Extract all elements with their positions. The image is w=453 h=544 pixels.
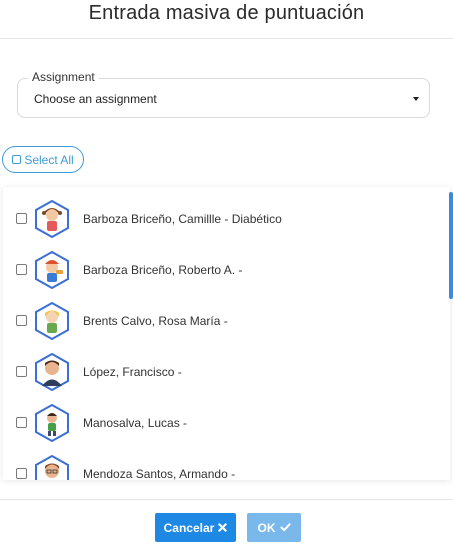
student-row[interactable]: Barboza Briceño, Roberto A. - <box>3 238 450 289</box>
student-checkbox[interactable] <box>16 366 27 377</box>
cancel-label: Cancelar <box>163 520 215 535</box>
student-checkbox[interactable] <box>16 264 27 275</box>
close-icon <box>218 523 228 532</box>
man-avatar <box>35 353 69 391</box>
assignment-select-value: Choose an assignment <box>34 92 157 106</box>
student-name: Barboza Briceño, Camillle - Diabético <box>83 212 282 226</box>
cancel-button[interactable]: Cancelar <box>155 513 236 542</box>
assignment-select[interactable]: Choose an assignment <box>17 78 430 118</box>
student-list[interactable]: Barboza Briceño, Camillle - Diabético Ba… <box>3 187 450 480</box>
footer-divider <box>0 499 453 500</box>
student-checkbox[interactable] <box>16 417 27 428</box>
student-name: López, Francisco - <box>83 365 182 379</box>
boy-cap-avatar <box>35 251 69 289</box>
student-name: Barboza Briceño, Roberto A. - <box>83 263 243 277</box>
list-scrollbar[interactable] <box>449 192 453 299</box>
student-row[interactable]: Mendoza Santos, Armando - <box>3 442 450 480</box>
student-row[interactable]: Barboza Briceño, Camillle - Diabético <box>3 187 450 238</box>
header-divider <box>0 38 453 39</box>
student-checkbox[interactable] <box>16 315 27 326</box>
square-icon <box>12 155 22 164</box>
student-checkbox[interactable] <box>16 213 27 224</box>
man-glasses-avatar <box>35 455 69 480</box>
check-icon <box>279 523 291 532</box>
select-all-label: Select All <box>24 152 74 167</box>
student-row[interactable]: Brents Calvo, Rosa María - <box>3 289 450 340</box>
student-name: Mendoza Santos, Armando - <box>83 467 236 480</box>
girl-blonde-avatar <box>35 302 69 340</box>
student-name: Brents Calvo, Rosa María - <box>83 314 228 328</box>
student-row[interactable]: Manosalva, Lucas - <box>3 391 450 442</box>
girl-avatar <box>35 200 69 238</box>
ok-button[interactable]: OK <box>247 513 301 542</box>
student-row[interactable]: López, Francisco - <box>3 340 450 391</box>
student-checkbox[interactable] <box>16 468 27 479</box>
ok-label: OK <box>257 520 276 535</box>
dialog-title: Entrada masiva de puntuación <box>88 2 365 24</box>
assignment-label: Assignment <box>28 70 99 84</box>
caret-down-icon <box>413 97 419 101</box>
student-name: Manosalva, Lucas - <box>83 416 188 430</box>
boy-avatar <box>35 404 69 442</box>
select-all-button[interactable]: Select All <box>2 146 84 173</box>
